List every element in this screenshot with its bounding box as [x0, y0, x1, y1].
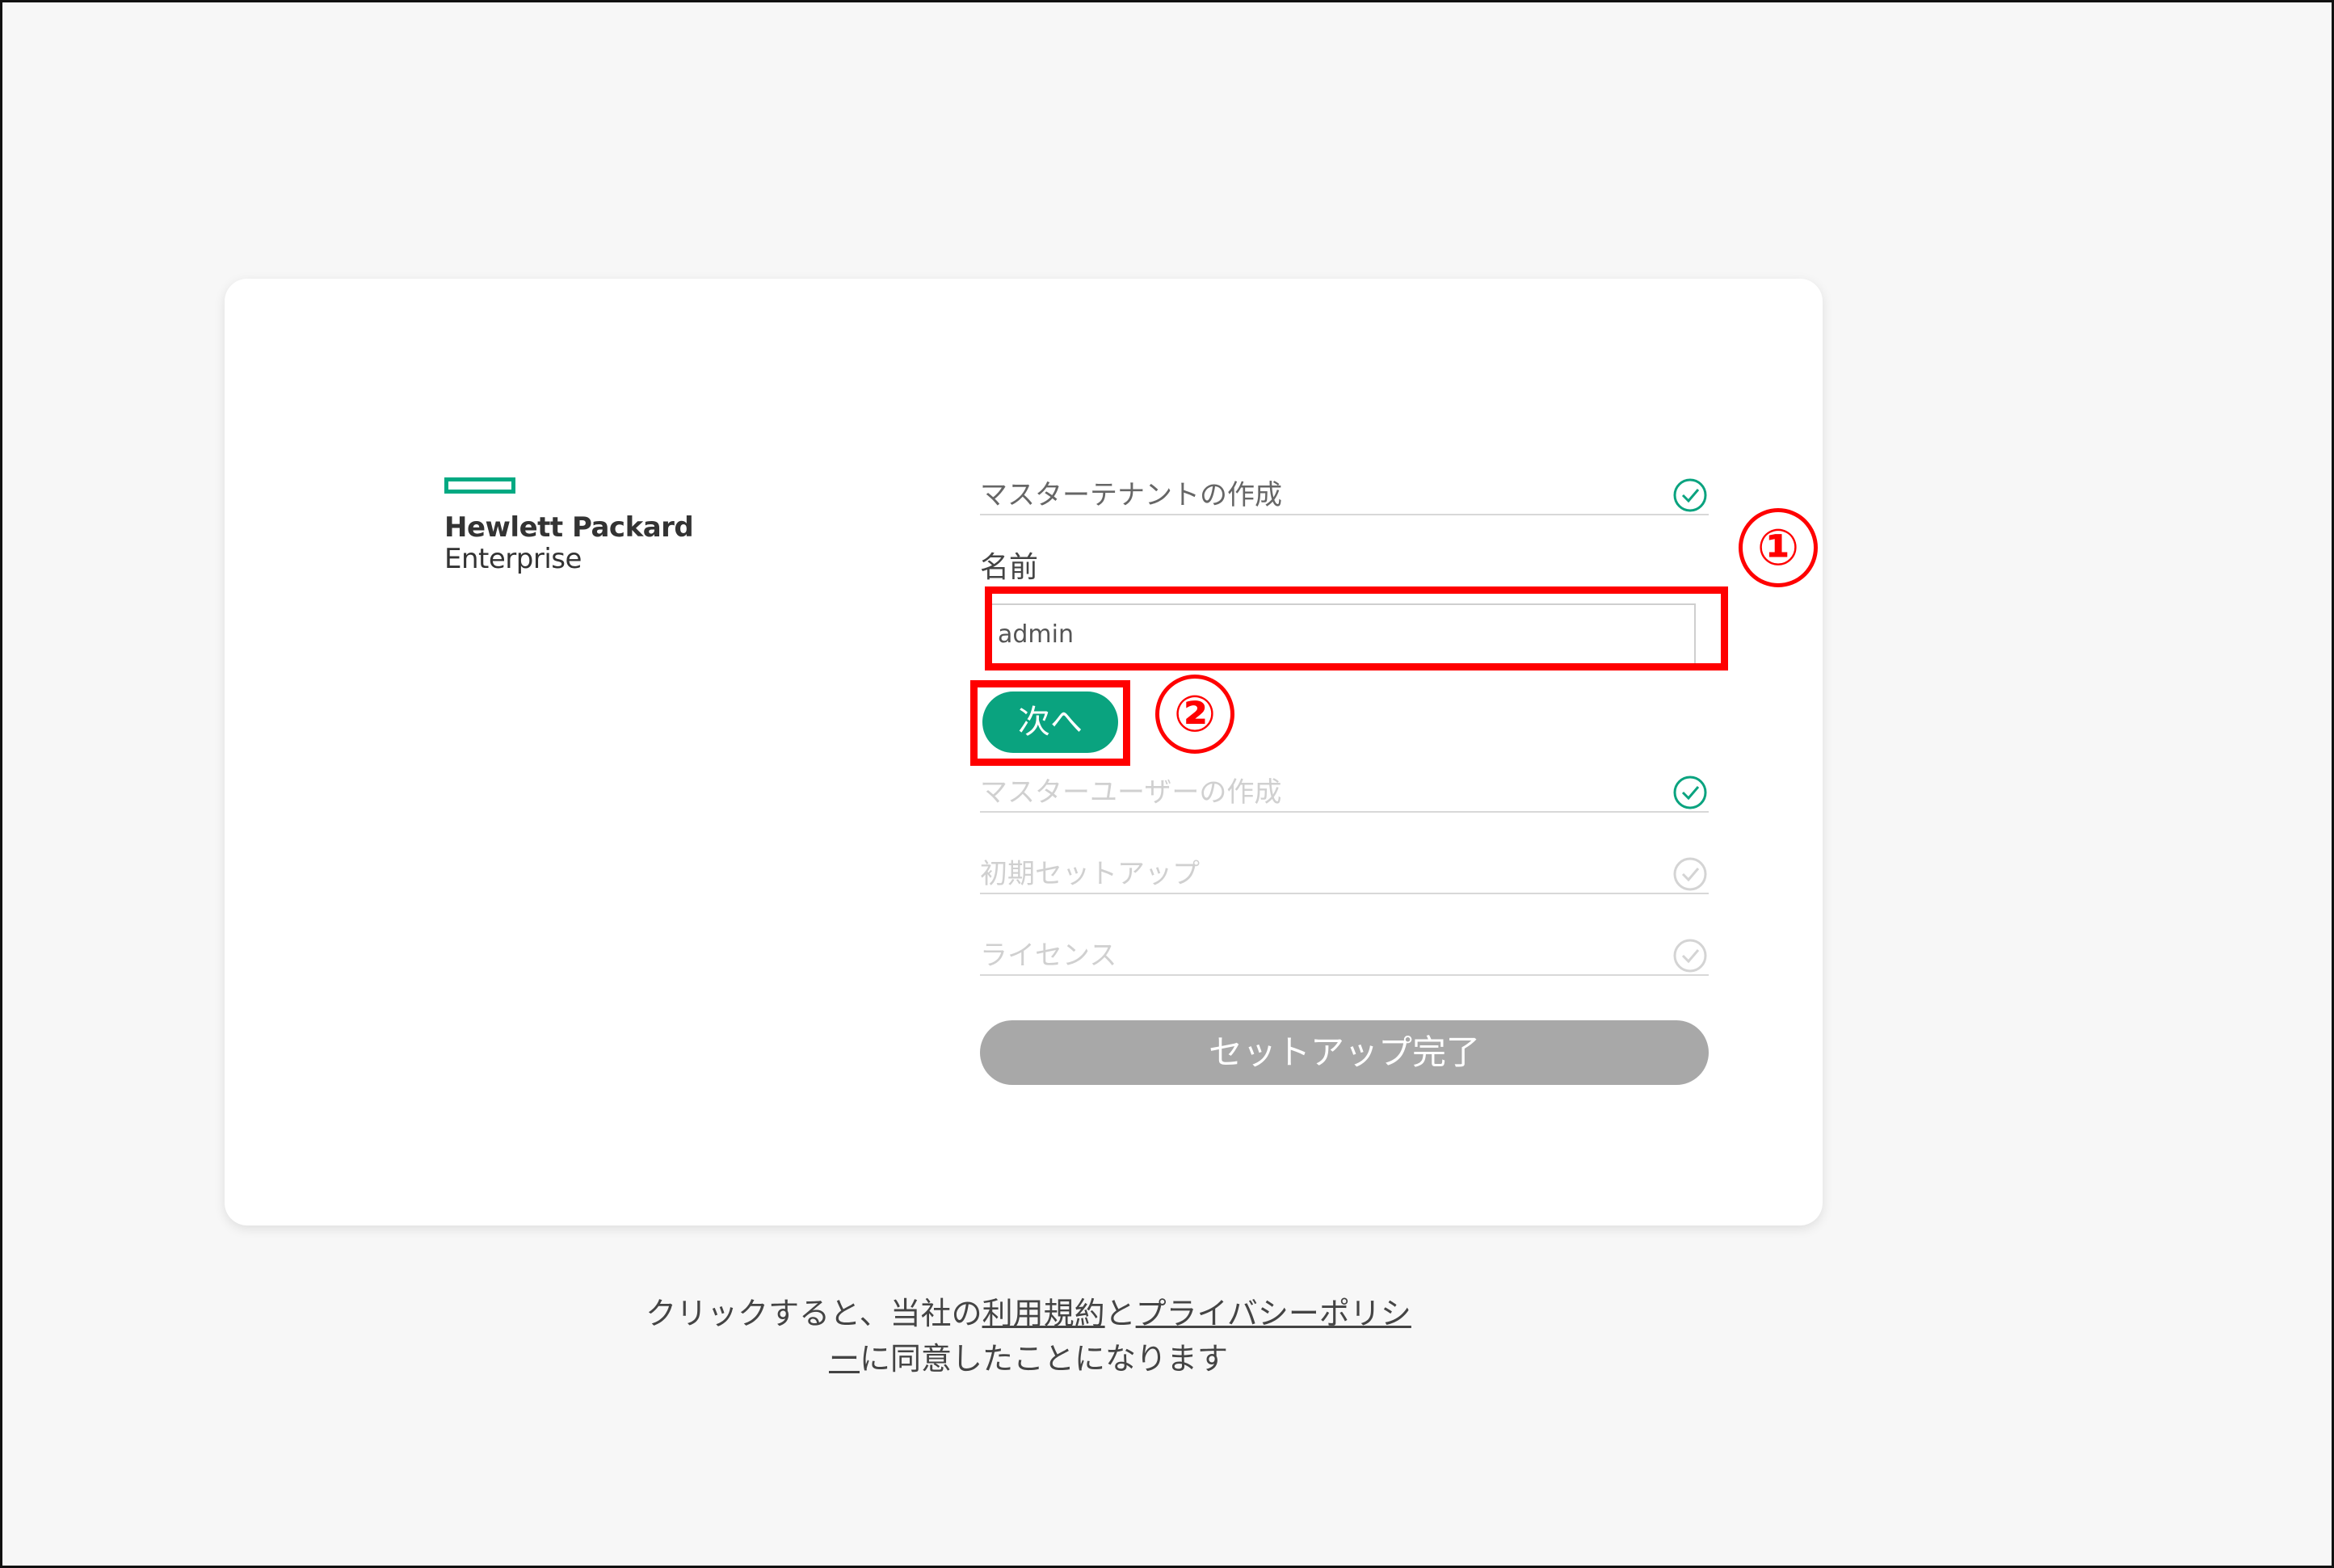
- step-license[interactable]: ライセンス: [980, 937, 1709, 976]
- check-circle-icon: [1673, 478, 1707, 512]
- footer-agreement: クリックすると、当社の利用規約とプライバシーポリシ ーに同意したことになります: [616, 1291, 1440, 1381]
- logo-line1: Hewlett Packard: [444, 511, 694, 544]
- name-input[interactable]: [985, 603, 1696, 665]
- check-circle-icon: [1673, 776, 1707, 809]
- step-label: 初期セットアップ: [980, 858, 1200, 890]
- step-label: マスターテナントの作成: [980, 479, 1282, 511]
- hpe-logo-mark: [444, 477, 515, 494]
- footer-line-1: クリックすると、当社の利用規約とプライバシーポリシ: [616, 1291, 1440, 1336]
- step-label: ライセンス: [980, 940, 1117, 972]
- annotation-number-2: ②: [1155, 675, 1234, 754]
- finish-setup-button[interactable]: セットアップ完了: [980, 1020, 1709, 1085]
- footer-prefix: クリックすると、当社の: [646, 1296, 982, 1331]
- setup-card: Hewlett Packard Enterprise マスターテナントの作成 名…: [225, 279, 1823, 1225]
- step-initial-setup[interactable]: 初期セットアップ: [980, 855, 1709, 894]
- logo-line2: Enterprise: [444, 543, 582, 575]
- annotation-number-1: ①: [1739, 508, 1818, 587]
- hpe-logo: Hewlett Packard Enterprise: [444, 477, 711, 574]
- step-master-user[interactable]: マスターユーザーの作成: [980, 774, 1709, 813]
- terms-link[interactable]: 利用規約: [982, 1296, 1105, 1331]
- next-button[interactable]: 次へ: [982, 692, 1118, 753]
- name-label: 名前: [980, 551, 1039, 584]
- privacy-link[interactable]: プライバシーポリシ: [1136, 1296, 1411, 1331]
- step-label: マスターユーザーの作成: [980, 776, 1282, 809]
- footer-line-2: ーに同意したことになります: [616, 1336, 1440, 1381]
- check-circle-icon: [1673, 939, 1707, 973]
- privacy-link-continued[interactable]: ー: [829, 1341, 860, 1377]
- footer-and: と: [1104, 1296, 1136, 1331]
- footer-suffix: に同意したことになります: [860, 1341, 1229, 1377]
- step-master-tenant[interactable]: マスターテナントの作成: [980, 477, 1709, 515]
- check-circle-icon: [1673, 857, 1707, 891]
